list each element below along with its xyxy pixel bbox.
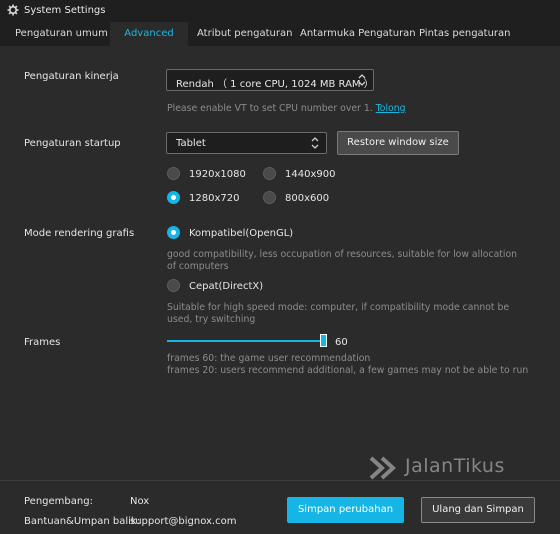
support-email[interactable]: support@bignox.com	[130, 516, 236, 527]
radio-800x600[interactable]	[263, 191, 276, 204]
title-bar: System Settings	[0, 0, 560, 22]
jalantikus-logo-icon	[369, 456, 396, 480]
updown-arrow-icon	[358, 74, 366, 86]
performance-label: Pengaturan kinerja	[24, 71, 119, 82]
watermark-text: JalanTikus	[405, 455, 505, 477]
window-title: System Settings	[24, 5, 106, 16]
updown-arrow-icon	[311, 137, 319, 149]
tab-atribut-pengaturan[interactable]: Atribut pengaturan	[197, 22, 292, 46]
frames-hint-60: frames 60: the game user recommendation	[167, 353, 371, 364]
radio-label-1440x900: 1440x900	[285, 169, 336, 180]
developer-value: Nox	[130, 496, 150, 507]
jalantikus-watermark: JalanTikus	[368, 455, 553, 481]
radio-directx[interactable]	[167, 279, 180, 292]
radio-label-opengl: Kompatibel(OpenGL)	[189, 228, 294, 239]
tab-antarmuka-pengaturan[interactable]: Antarmuka Pengaturan	[300, 22, 416, 46]
tab-pintas-pengaturan[interactable]: Pintas pengaturan	[419, 22, 511, 46]
frames-value: 60	[335, 337, 348, 348]
frames-slider-handle[interactable]	[320, 334, 327, 347]
save-changes-button[interactable]: Simpan perubahan	[287, 497, 404, 523]
radio-label-directx: Cepat(DirectX)	[189, 281, 264, 292]
tab-advanced[interactable]: Advanced	[110, 22, 188, 46]
radio-label-800x600: 800x600	[285, 193, 330, 204]
restore-window-size-button[interactable]: Restore window size	[337, 131, 459, 155]
directx-description: Suitable for high speed mode: computer, …	[167, 302, 510, 325]
radio-label-1280x720: 1280x720	[189, 193, 240, 204]
radio-opengl[interactable]	[167, 226, 180, 239]
startup-select-value: Tablet	[176, 138, 206, 149]
tab-pengaturan-umum[interactable]: Pengaturan umum	[15, 22, 108, 46]
performance-select-value: Rendah （ 1 core CPU, 1024 MB RAM ）	[176, 79, 374, 90]
gear-icon	[7, 4, 19, 16]
opengl-description: good compatibility, less occupation of r…	[167, 249, 518, 272]
performance-select[interactable]: Rendah （ 1 core CPU, 1024 MB RAM ）	[166, 69, 374, 91]
footer-divider	[0, 480, 560, 481]
frames-hint-20: frames 20: users recommend additional, a…	[167, 365, 529, 376]
performance-hint: Please enable VT to set CPU number over …	[167, 103, 406, 115]
tab-bar: Pengaturan umum Advanced Atribut pengatu…	[0, 22, 560, 46]
frames-slider-fill	[167, 340, 323, 342]
frames-label: Frames	[24, 337, 61, 348]
performance-hint-text: Please enable VT to set CPU number over …	[167, 103, 373, 114]
support-label: Bantuan&Umpan balik:	[24, 516, 141, 527]
radio-1440x900[interactable]	[263, 167, 276, 180]
radio-1280x720[interactable]	[167, 191, 180, 204]
rendering-label: Mode rendering grafis	[24, 228, 135, 239]
startup-label: Pengaturan startup	[24, 138, 121, 149]
radio-1920x1080[interactable]	[167, 167, 180, 180]
help-link[interactable]: Tolong	[376, 103, 406, 114]
developer-label: Pengembang:	[24, 496, 93, 507]
radio-label-1920x1080: 1920x1080	[189, 169, 246, 180]
restart-and-save-button[interactable]: Ulang dan Simpan	[421, 497, 535, 523]
startup-select[interactable]: Tablet	[166, 132, 327, 154]
